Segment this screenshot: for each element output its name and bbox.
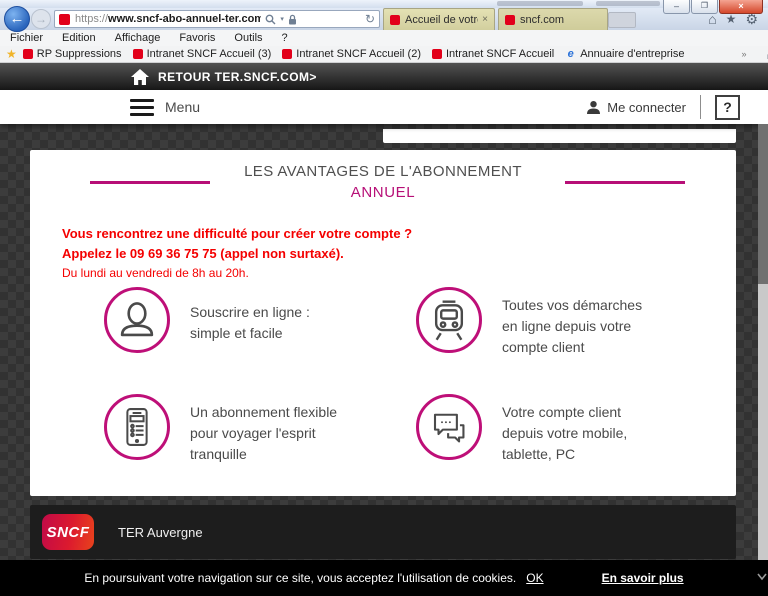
- favorite-favicon: [133, 49, 143, 59]
- window-titlebar: [0, 0, 768, 8]
- browser-menu-bar: Fichier Edition Affichage Favoris Outils…: [0, 30, 768, 46]
- refresh-icon[interactable]: ↻: [365, 12, 375, 26]
- menu-fichier[interactable]: Fichier: [10, 32, 43, 44]
- background-window-artifact: [596, 1, 660, 6]
- tab-espace-abonne[interactable]: Accueil de votre espace abo... ×: [383, 8, 495, 30]
- menu-label[interactable]: Menu: [165, 99, 200, 115]
- favorite-label: Intranet SNCF Accueil: [446, 48, 554, 60]
- tab-title: Accueil de votre espace abo...: [405, 14, 478, 26]
- sncf-logo: SNCF: [42, 514, 94, 550]
- site-favicon: [59, 14, 70, 25]
- train-icon: [416, 287, 482, 353]
- restore-button[interactable]: ❐: [691, 0, 718, 14]
- favorite-rp-suppressions[interactable]: RP Suppressions: [23, 48, 122, 60]
- favorite-label: Annuaire d'entreprise: [580, 48, 684, 60]
- menu-outils[interactable]: Outils: [234, 32, 262, 44]
- favorite-favicon: [23, 49, 33, 59]
- favorite-label: Intranet SNCF Accueil (3): [147, 48, 272, 60]
- retour-ter-link[interactable]: RETOUR TER.SNCF.COM>: [158, 70, 317, 84]
- close-button[interactable]: ×: [719, 0, 763, 14]
- new-tab-button[interactable]: [608, 12, 636, 28]
- favorite-label: RP Suppressions: [37, 48, 122, 60]
- site-menu-row: Menu Me connecter ?: [0, 90, 768, 124]
- menu-edition[interactable]: Edition: [62, 32, 96, 44]
- decorative-line: [565, 181, 685, 184]
- url-host: www.sncf-abo-annuel-ter.com: [108, 13, 261, 25]
- alert-line: Vous rencontrez une difficulté pour crée…: [62, 224, 412, 244]
- page-scrollbar[interactable]: [758, 124, 768, 560]
- scrollbar-thumb[interactable]: [758, 124, 768, 284]
- user-icon: [586, 100, 601, 115]
- page-background: LES AVANTAGES DE L'ABONNEMENT ANNUEL Vou…: [0, 124, 768, 560]
- decorative-line: [90, 181, 210, 184]
- tab-favicon: [505, 15, 515, 25]
- feature-text: Toutes vos démarches en ligne depuis vot…: [502, 295, 642, 358]
- help-alert: Vous rencontrez une difficulté pour crée…: [62, 224, 412, 283]
- cookie-banner: En poursuivant votre navigation sur ce s…: [0, 560, 768, 596]
- collapsed-panel-edge: [383, 129, 736, 143]
- hamburger-menu-icon[interactable]: [130, 99, 154, 116]
- tab-sncf-com[interactable]: sncf.com: [498, 8, 608, 30]
- url-scheme: https://: [75, 13, 108, 25]
- ie-icon: e: [565, 49, 576, 60]
- menu-aide[interactable]: ?: [282, 32, 288, 44]
- url-text[interactable]: https://www.sncf-abo-annuel-ter.com/tapa…: [75, 13, 261, 25]
- favorite-favicon: [432, 49, 442, 59]
- region-label: TER Auvergne: [118, 525, 203, 540]
- minimize-button[interactable]: –: [663, 0, 690, 14]
- alert-phone-line: Appelez le 09 69 36 75 75 (appel non sur…: [62, 244, 412, 264]
- feature-text: Souscrire en ligne : simple et facile: [190, 302, 310, 344]
- forward-button[interactable]: →: [31, 9, 51, 29]
- chat-icon: [416, 394, 482, 460]
- favorite-intranet-2[interactable]: Intranet SNCF Accueil (2): [282, 48, 421, 60]
- site-help-button[interactable]: ?: [715, 95, 740, 120]
- feature-text: Un abonnement flexible pour voyager l'es…: [190, 402, 337, 465]
- account-group: Me connecter ?: [586, 95, 740, 120]
- menu-affichage[interactable]: Affichage: [115, 32, 161, 44]
- browser-navigation-bar: ← → https://www.sncf-abo-annuel-ter.com/…: [0, 8, 768, 30]
- favorites-bar: ★ RP Suppressions Intranet SNCF Accueil …: [0, 46, 768, 63]
- add-favorite-star-icon[interactable]: ★: [6, 47, 17, 61]
- lock-icon: [288, 14, 297, 25]
- cookie-message: En poursuivant votre navigation sur ce s…: [84, 571, 516, 585]
- address-bar[interactable]: https://www.sncf-abo-annuel-ter.com/tapa…: [54, 10, 380, 28]
- favorite-intranet[interactable]: Intranet SNCF Accueil: [432, 48, 554, 60]
- cookie-ok-link[interactable]: OK: [526, 571, 543, 585]
- background-window-artifact: [497, 1, 583, 6]
- menu-favoris[interactable]: Favoris: [179, 32, 215, 44]
- back-button[interactable]: ←: [4, 6, 30, 32]
- favorite-label: Intranet SNCF Accueil (2): [296, 48, 421, 60]
- advantages-card: LES AVANTAGES DE L'ABONNEMENT ANNUEL Vou…: [30, 150, 736, 496]
- home-icon[interactable]: [131, 69, 149, 85]
- scroll-down-icon[interactable]: [756, 570, 768, 586]
- window-controls: – ❐ ×: [662, 0, 763, 14]
- page-subtitle: ANNUEL: [30, 184, 736, 201]
- favorite-favicon: [282, 49, 292, 59]
- search-icon[interactable]: [265, 14, 276, 25]
- site-footer: SNCF TER Auvergne: [30, 505, 736, 559]
- feature-text: Votre compte client depuis votre mobile,…: [502, 402, 627, 465]
- tab-favicon: [390, 15, 400, 25]
- page-title: LES AVANTAGES DE L'ABONNEMENT: [30, 150, 736, 180]
- alert-hours-line: Du lundi au vendredi de 8h au 20h.: [62, 264, 412, 283]
- favorite-annuaire[interactable]: e Annuaire d'entreprise: [565, 48, 684, 60]
- user-icon: [104, 287, 170, 353]
- divider: [700, 95, 701, 119]
- search-dropdown-icon[interactable]: ▾: [280, 15, 284, 23]
- cookie-more-link[interactable]: En savoir plus: [602, 571, 684, 585]
- tab-title: sncf.com: [520, 14, 564, 26]
- tab-close-icon[interactable]: ×: [482, 14, 488, 25]
- me-connecter-link[interactable]: Me connecter: [607, 100, 686, 115]
- favorites-overflow-icon[interactable]: »: [741, 49, 746, 59]
- tab-bar: Accueil de votre espace abo... × sncf.co…: [383, 8, 611, 30]
- favorite-intranet-3[interactable]: Intranet SNCF Accueil (3): [133, 48, 272, 60]
- site-top-bar: RETOUR TER.SNCF.COM>: [0, 63, 768, 90]
- mobile-icon: [104, 394, 170, 460]
